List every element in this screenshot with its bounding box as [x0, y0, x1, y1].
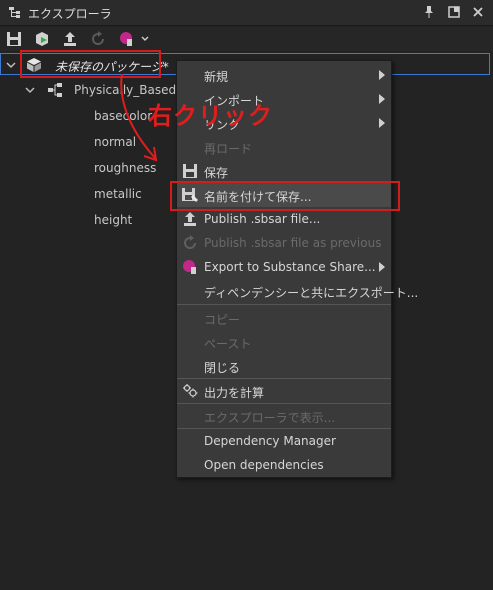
explorer-tree-icon	[9, 7, 20, 18]
menu-item-reload: 再ロード	[204, 142, 253, 156]
save-icon	[183, 164, 197, 178]
menu-item-save[interactable]: 保存	[177, 159, 391, 183]
refresh-icon[interactable]	[89, 30, 107, 48]
menu-item-publish-previous: Publish .sbsar file as previous	[177, 231, 391, 255]
explorer-toolbar	[0, 27, 493, 51]
submenu-arrow-icon	[379, 94, 385, 104]
graph-icon	[48, 83, 62, 97]
float-window-icon[interactable]	[447, 5, 461, 19]
close-icon[interactable]	[471, 5, 485, 19]
panel-titlebar: エクスプローラ	[0, 0, 493, 26]
menu-item-export-dependencies[interactable]: ディペンデンシーと共にエクスポート...	[177, 279, 418, 303]
upload-icon[interactable]	[61, 30, 79, 48]
chevron-down-icon[interactable]	[6, 60, 16, 70]
substance-share-icon	[183, 260, 196, 274]
menu-item-open-dependencies[interactable]: Open dependencies	[177, 453, 391, 477]
pin-icon[interactable]	[422, 5, 436, 19]
substance-share-icon[interactable]	[117, 30, 135, 48]
output-label-metallic: metallic	[94, 187, 142, 201]
menu-item-new[interactable]: 新規	[177, 63, 391, 87]
panel-title: エクスプローラ	[28, 7, 112, 21]
chevron-down-icon[interactable]	[25, 85, 35, 95]
submenu-arrow-icon	[379, 262, 385, 272]
republish-icon	[184, 235, 196, 249]
save-icon[interactable]	[5, 30, 23, 48]
compute-icon	[183, 384, 198, 398]
menu-item-show-in-explorer: エクスプローラで表示...	[204, 411, 336, 425]
save-as-callout-box	[170, 181, 400, 211]
upload-icon	[184, 212, 196, 226]
new-graph-icon[interactable]	[33, 30, 51, 48]
menu-item-export-share[interactable]: Export to Substance Share...	[177, 255, 391, 279]
menu-item-close[interactable]: 閉じる	[177, 354, 391, 378]
menu-item-paste: ペースト	[204, 337, 252, 351]
submenu-arrow-icon	[379, 70, 385, 80]
menu-separator	[177, 304, 391, 305]
submenu-arrow-icon	[379, 118, 385, 128]
right-click-annotation: 右クリック	[148, 102, 273, 130]
output-label-height: height	[94, 213, 133, 227]
menu-item-dependency-manager[interactable]: Dependency Manager	[177, 429, 391, 453]
chevron-down-icon[interactable]	[141, 36, 149, 42]
menu-item-compute-outputs[interactable]: 出力を計算	[177, 379, 391, 403]
menu-item-copy: コピー	[204, 313, 241, 327]
